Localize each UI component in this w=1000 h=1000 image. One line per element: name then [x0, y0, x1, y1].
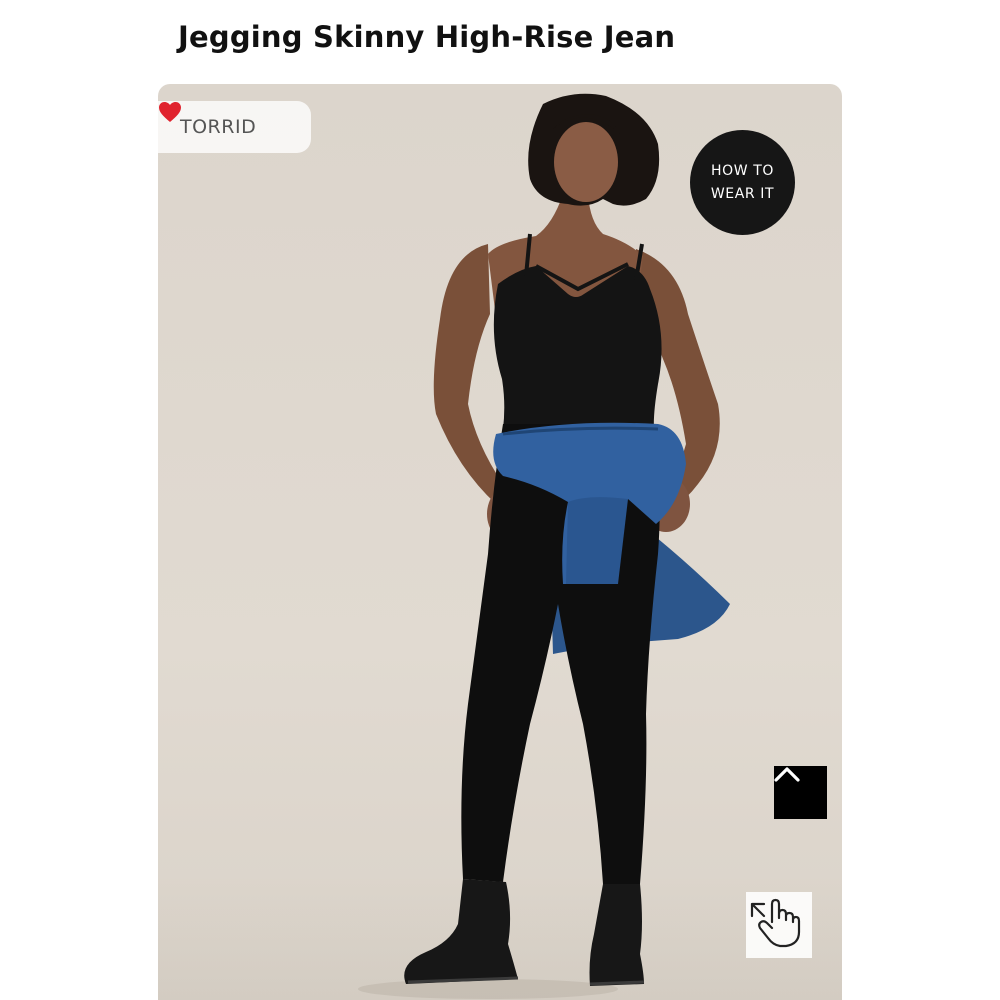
product-title: Jegging Skinny High-Rise Jean — [178, 20, 676, 54]
how-to-wear-button[interactable]: HOW TO WEAR IT — [690, 130, 795, 235]
brand-name: TORRID — [180, 116, 257, 138]
zoom-gesture-button[interactable] — [746, 892, 812, 958]
scroll-to-top-button[interactable] — [774, 766, 827, 819]
heart-icon — [159, 102, 181, 122]
product-photo[interactable]: TORRID HOW TO WEAR IT — [158, 84, 842, 1000]
how-to-wear-line1: HOW TO — [710, 162, 774, 179]
how-to-wear-line2: WEAR IT — [710, 185, 775, 202]
brand-badge[interactable]: TORRID — [158, 101, 311, 153]
hand-expand-icon — [750, 898, 801, 948]
chevron-up-icon — [774, 767, 800, 782]
product-page: Jegging Skinny High-Rise Jean TORRID HOW… — [0, 0, 1000, 1000]
